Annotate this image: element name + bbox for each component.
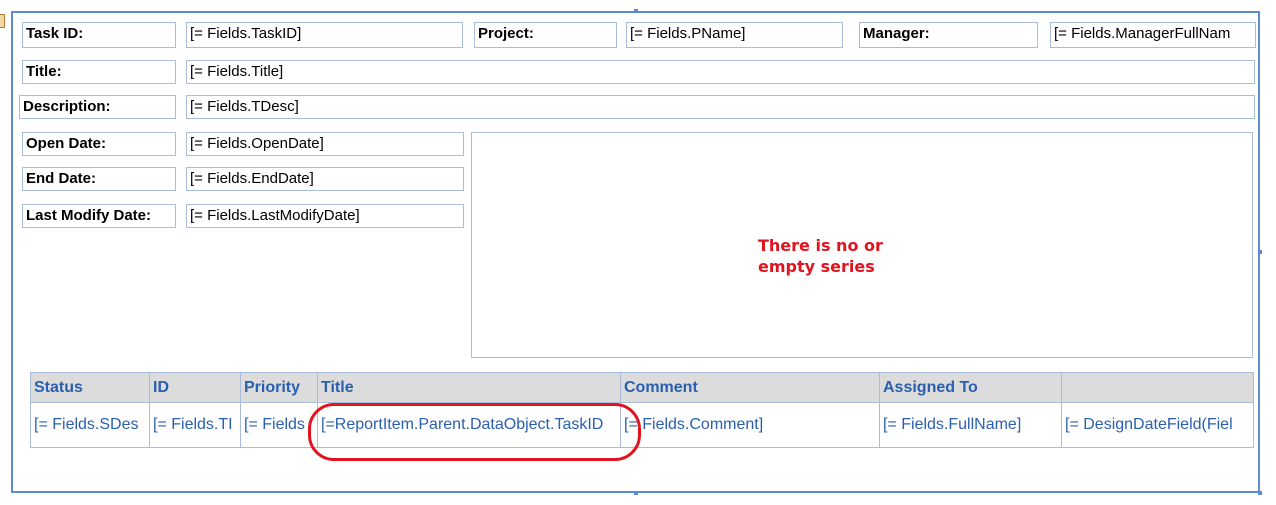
open-date-label[interactable]: Open Date: — [22, 132, 176, 156]
empty-series-message: There is no or empty series — [758, 235, 958, 277]
resize-handle-bottom[interactable] — [634, 491, 638, 495]
header-id[interactable]: ID — [149, 372, 241, 403]
description-field[interactable]: [= Fields.TDesc] — [186, 95, 1255, 119]
resize-handle-corner[interactable] — [1258, 491, 1262, 495]
tasks-table[interactable]: Status ID Priority Title Comment Assigne… — [30, 372, 1254, 448]
header-date[interactable] — [1061, 372, 1254, 403]
cell-status[interactable]: [= Fields.SDes — [30, 402, 150, 448]
project-label[interactable]: Project: — [474, 22, 617, 48]
description-label[interactable]: Description: — [19, 95, 176, 119]
header-title[interactable]: Title — [317, 372, 621, 403]
table-header-row: Status ID Priority Title Comment Assigne… — [30, 372, 1254, 403]
end-date-field[interactable]: [= Fields.EndDate] — [186, 167, 464, 191]
header-comment[interactable]: Comment — [620, 372, 880, 403]
cell-id[interactable]: [= Fields.TI — [149, 402, 241, 448]
resize-handle-top[interactable] — [634, 9, 638, 13]
cell-comment[interactable]: [= Fields.Comment] — [620, 402, 880, 448]
empty-series-message-line1: There is no or — [758, 236, 883, 255]
last-modify-date-field[interactable]: [= Fields.LastModifyDate] — [186, 204, 464, 228]
task-id-field[interactable]: [= Fields.TaskID] — [186, 22, 463, 48]
open-date-field[interactable]: [= Fields.OpenDate] — [186, 132, 464, 156]
last-modify-date-label[interactable]: Last Modify Date: — [22, 204, 176, 228]
cell-assigned-to[interactable]: [= Fields.FullName] — [879, 402, 1062, 448]
resize-handle-right[interactable] — [1258, 250, 1262, 254]
task-id-label[interactable]: Task ID: — [22, 22, 176, 48]
manager-label[interactable]: Manager: — [859, 22, 1038, 48]
title-field[interactable]: [= Fields.Title] — [186, 60, 1255, 84]
header-status[interactable]: Status — [30, 372, 150, 403]
chart-placeholder[interactable]: There is no or empty series — [471, 132, 1253, 358]
cell-date[interactable]: [= DesignDateField(Fiel — [1061, 402, 1254, 448]
table-row: [= Fields.SDes [= Fields.TI [= Fields [=… — [30, 402, 1254, 448]
header-assigned-to[interactable]: Assigned To — [879, 372, 1062, 403]
manager-field[interactable]: [= Fields.ManagerFullNam — [1050, 22, 1256, 48]
highlight-annotation — [308, 403, 641, 461]
report-section-icon — [0, 14, 5, 28]
project-field[interactable]: [= Fields.PName] — [626, 22, 843, 48]
title-label[interactable]: Title: — [22, 60, 176, 84]
end-date-label[interactable]: End Date: — [22, 167, 176, 191]
header-priority[interactable]: Priority — [240, 372, 318, 403]
empty-series-message-line2: empty series — [758, 257, 875, 276]
cell-priority[interactable]: [= Fields — [240, 402, 318, 448]
